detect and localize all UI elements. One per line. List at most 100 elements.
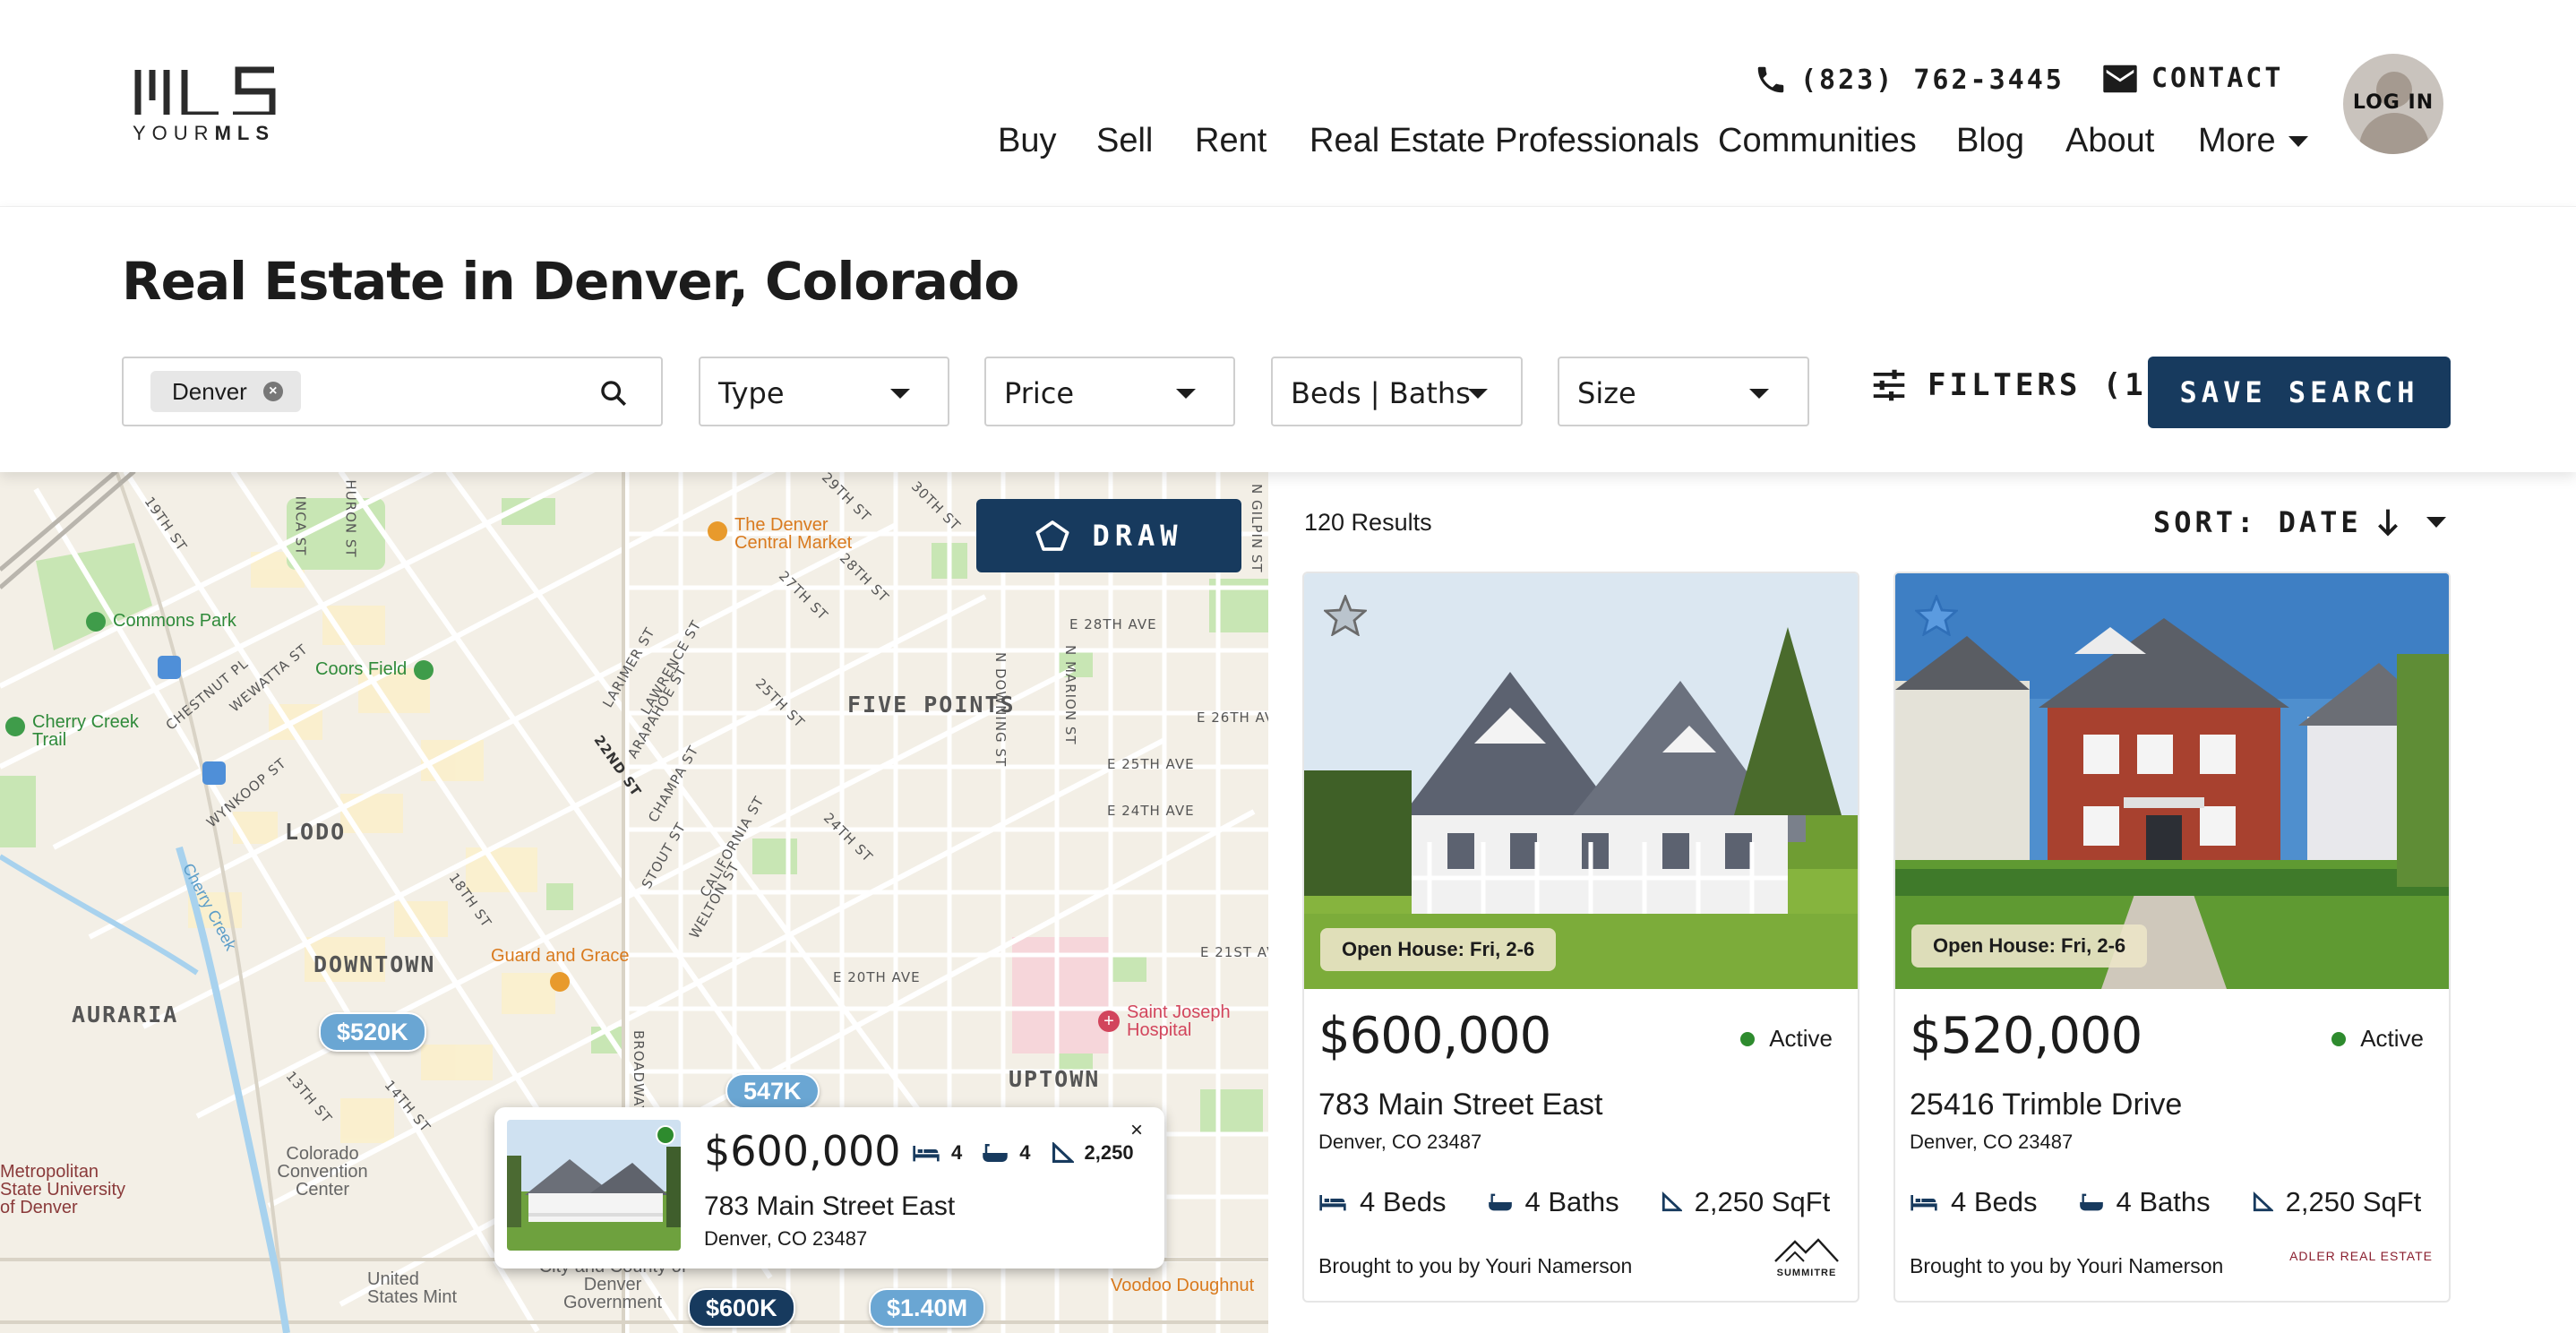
contact-link[interactable]: CONTACT bbox=[2101, 63, 2283, 94]
chip-remove-icon[interactable]: × bbox=[262, 382, 283, 401]
sort-dropdown[interactable]: SORT: DATE bbox=[2153, 505, 2446, 539]
listing-photo[interactable] bbox=[1304, 573, 1858, 989]
sliders-icon bbox=[1873, 369, 1905, 401]
food-icon bbox=[708, 521, 727, 541]
nav-real-estate-professionals[interactable]: Real Estate Professionals bbox=[1309, 122, 1699, 160]
draw-button[interactable]: DRAW bbox=[976, 499, 1241, 572]
street-label: N DOWNING ST bbox=[992, 652, 1009, 768]
listing-stats: 4 Beds 4 Baths 2,250 SqFt bbox=[1318, 1186, 1830, 1218]
popup-stats: 4 4 2,250 bbox=[912, 1141, 1134, 1165]
street-label: E 21ST AVE bbox=[1200, 944, 1268, 960]
location-search-input[interactable]: Denver × bbox=[122, 357, 663, 426]
nav-buy[interactable]: Buy bbox=[998, 122, 1056, 160]
park-icon bbox=[86, 611, 106, 632]
popup-beds: 4 bbox=[951, 1141, 963, 1164]
street-label: HURON ST bbox=[342, 479, 359, 558]
map-label-lodo: LODO bbox=[285, 819, 347, 845]
street-label: E 28TH AVE bbox=[1069, 616, 1157, 632]
open-house-badge: Open House: Fri, 2-6 bbox=[1320, 928, 1557, 971]
map-poi-cherry-creek-trail[interactable]: Cherry Creek Trail bbox=[5, 713, 149, 749]
nav-more[interactable]: More bbox=[2198, 122, 2308, 160]
listing-price: $520,000 bbox=[1910, 1007, 2142, 1065]
caret-down-icon bbox=[1468, 389, 1488, 399]
street-label: N GILPIN ST bbox=[1249, 484, 1265, 573]
active-status-dot bbox=[1740, 1031, 1756, 1046]
map-poi-voodoo-doughnut[interactable]: Voodoo Doughnut bbox=[1111, 1276, 1254, 1296]
map-price-pin-selected[interactable]: $600K bbox=[688, 1288, 795, 1328]
map-poi-us-mint[interactable]: United States Mint bbox=[367, 1270, 475, 1306]
nav-blog[interactable]: Blog bbox=[1956, 122, 2024, 160]
nav-sell[interactable]: Sell bbox=[1096, 122, 1153, 160]
nav-communities[interactable]: Communities bbox=[1718, 122, 1917, 160]
listing-baths: 4 Baths bbox=[1488, 1186, 1619, 1218]
map-label-uptown: UPTOWN bbox=[1009, 1066, 1101, 1092]
favorite-star-icon[interactable] bbox=[1915, 595, 1958, 636]
beds-baths-dropdown[interactable]: Beds | Baths bbox=[1271, 357, 1523, 426]
avatar-body-shape bbox=[2359, 113, 2429, 154]
sort-label: SORT: DATE bbox=[2153, 505, 2362, 539]
map-poi-coors-field[interactable]: Coors Field bbox=[315, 659, 434, 680]
area-icon bbox=[2253, 1191, 2273, 1212]
map-poi-saint-joseph-hospital[interactable]: + Saint Joseph Hospital bbox=[1098, 1003, 1252, 1039]
popup-house-photo[interactable] bbox=[507, 1120, 681, 1251]
listing-status: Active bbox=[2331, 1025, 2424, 1053]
close-icon[interactable]: × bbox=[1130, 1118, 1143, 1143]
map-price-pin[interactable]: 547K bbox=[726, 1073, 820, 1109]
polygon-icon bbox=[1035, 520, 1069, 551]
caret-down-icon bbox=[1749, 389, 1769, 399]
listing-broker: Brought to you by Youri Namerson bbox=[1910, 1254, 2224, 1277]
street-label: E 26TH AVE bbox=[1197, 710, 1268, 726]
listing-card[interactable]: Open House: Fri, 2-6 $600,000 Active 783… bbox=[1302, 572, 1859, 1303]
nav-about[interactable]: About bbox=[2065, 122, 2154, 160]
results-count: 120 Results bbox=[1304, 509, 1432, 536]
broker-logo: ADLER REAL ESTATE bbox=[2289, 1249, 2433, 1263]
street-label: INCA ST bbox=[292, 495, 309, 556]
type-dropdown[interactable]: Type bbox=[699, 357, 949, 426]
street-label: E 24TH AVE bbox=[1107, 803, 1195, 819]
restaurant-icon bbox=[550, 972, 571, 992]
map-price-pin[interactable]: $520K bbox=[319, 1012, 426, 1052]
listing-beds: 4 Beds bbox=[1910, 1186, 2038, 1218]
broker-logo-text: SUMMITRE bbox=[1776, 1268, 1837, 1278]
phone-link[interactable]: (823) 762-3445 bbox=[1754, 63, 2065, 97]
map-poi-commons-park[interactable]: Commons Park bbox=[86, 611, 236, 632]
save-search-button[interactable]: SAVE SEARCH bbox=[2148, 357, 2451, 428]
map-listing-popup[interactable]: $600,000 4 4 2,250 783 Main Street East … bbox=[494, 1107, 1164, 1268]
active-status-dot bbox=[656, 1125, 675, 1145]
map-poi-guard-and-grace[interactable]: Guard and Grace bbox=[491, 946, 630, 992]
logo-mark bbox=[134, 66, 276, 118]
map-label-downtown: DOWNTOWN bbox=[313, 951, 436, 977]
listing-address[interactable]: 25416 Trimble Drive bbox=[1910, 1088, 2182, 1122]
nav-rent[interactable]: Rent bbox=[1195, 122, 1267, 160]
location-chip[interactable]: Denver × bbox=[150, 371, 301, 412]
login-avatar-button[interactable]: LOG IN bbox=[2343, 54, 2443, 154]
active-status-dot bbox=[2331, 1031, 2347, 1046]
arrow-down-icon bbox=[2377, 509, 2398, 537]
map-poi-colorado-convention-center[interactable]: Colorado Convention Center bbox=[265, 1145, 380, 1199]
caret-down-icon bbox=[2426, 517, 2446, 528]
listing-sqft: 2,250 SqFt bbox=[1661, 1186, 1830, 1218]
listing-address[interactable]: 783 Main Street East bbox=[1318, 1088, 1603, 1122]
listing-card[interactable]: Open House: Fri, 2-6 $520,000 Active 254… bbox=[1893, 572, 2451, 1303]
favorite-star-icon[interactable] bbox=[1324, 595, 1367, 636]
search-icon[interactable] bbox=[598, 378, 629, 408]
draw-label: DRAW bbox=[1092, 519, 1183, 553]
map-poi-denver-central-market[interactable]: The Denver Central Market bbox=[708, 516, 878, 552]
map-price-pin[interactable]: $1.40M bbox=[869, 1288, 986, 1328]
filters-label: FILTERS (1) bbox=[1928, 367, 2169, 403]
mail-icon bbox=[2103, 64, 2137, 92]
listing-stats: 4 Beds 4 Baths 2,250 SqFt bbox=[1910, 1186, 2421, 1218]
bed-icon bbox=[913, 1146, 940, 1162]
area-icon bbox=[1052, 1142, 1074, 1163]
price-dropdown[interactable]: Price bbox=[984, 357, 1235, 426]
site-logo[interactable]: YOURMLS bbox=[133, 64, 285, 145]
listing-sqft: 2,250 SqFt bbox=[2252, 1186, 2421, 1218]
size-dropdown[interactable]: Size bbox=[1558, 357, 1809, 426]
listing-baths: 4 Baths bbox=[2079, 1186, 2211, 1218]
filters-button[interactable]: FILTERS (1) bbox=[1870, 367, 2168, 403]
bath-icon bbox=[1488, 1193, 1512, 1211]
popup-address: 783 Main Street East bbox=[704, 1191, 956, 1221]
trail-icon bbox=[5, 717, 25, 736]
phone-icon bbox=[1757, 66, 1784, 93]
map-poi-msu-denver[interactable]: Metropolitan State University of Denver bbox=[0, 1163, 134, 1217]
